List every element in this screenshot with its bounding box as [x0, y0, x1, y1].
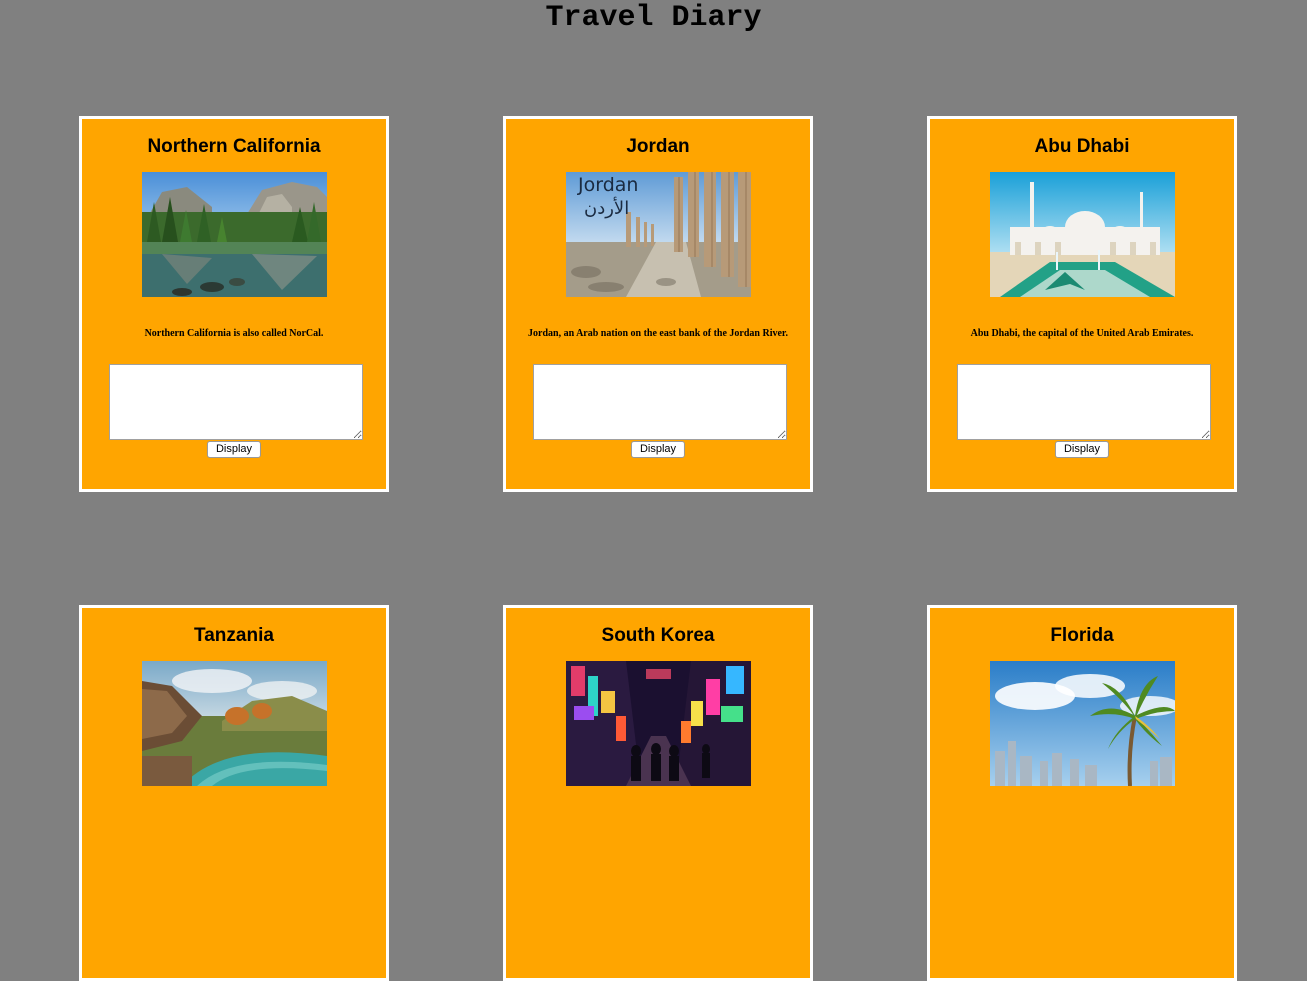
- card-title: Florida: [1050, 625, 1114, 646]
- display-button[interactable]: Display: [1054, 441, 1110, 458]
- diary-entry-textarea[interactable]: [533, 364, 787, 440]
- diary-entry-textarea[interactable]: [109, 364, 363, 440]
- tanzania-lodge-pool-photo: [142, 661, 327, 786]
- jordan-colonnade-photo: Jordan الأردن: [566, 172, 751, 297]
- card-title: Northern California: [147, 136, 321, 157]
- destination-card-florida: Florida: [927, 605, 1237, 981]
- card-description: Northern California is also called NorCa…: [144, 328, 324, 339]
- display-button[interactable]: Display: [206, 441, 262, 458]
- grand-mosque-photo: [990, 172, 1175, 297]
- card-title: South Korea: [601, 625, 715, 646]
- card-description: Jordan, an Arab nation on the east bank …: [528, 328, 788, 339]
- seoul-night-street-photo: [566, 661, 751, 786]
- yosemite-valley-photo: [142, 172, 327, 297]
- card-title: Tanzania: [194, 625, 274, 646]
- miami-skyline-palm-photo: [990, 661, 1175, 786]
- card-title: Abu Dhabi: [1034, 136, 1130, 157]
- card-description: Abu Dhabi, the capital of the United Ara…: [970, 328, 1194, 339]
- image-caption-arabic: الأردن: [584, 198, 630, 219]
- destination-card-south-korea: South Korea: [503, 605, 813, 981]
- image-caption: Jordan: [578, 174, 639, 196]
- display-button[interactable]: Display: [630, 441, 686, 458]
- destination-card-abu-dhabi: Abu Dhabi Abu Dhabi, the capital of the …: [927, 116, 1237, 492]
- destination-card-tanzania: Tanzania: [79, 605, 389, 981]
- page-title: Travel Diary: [545, 1, 762, 35]
- card-title: Jordan: [626, 136, 690, 157]
- diary-entry-textarea[interactable]: [957, 364, 1211, 440]
- destination-card-northern-california: Northern California Northern California …: [79, 116, 389, 492]
- destination-card-jordan: Jordan Jordan الأردن Jordan, an Arab nat…: [503, 116, 813, 492]
